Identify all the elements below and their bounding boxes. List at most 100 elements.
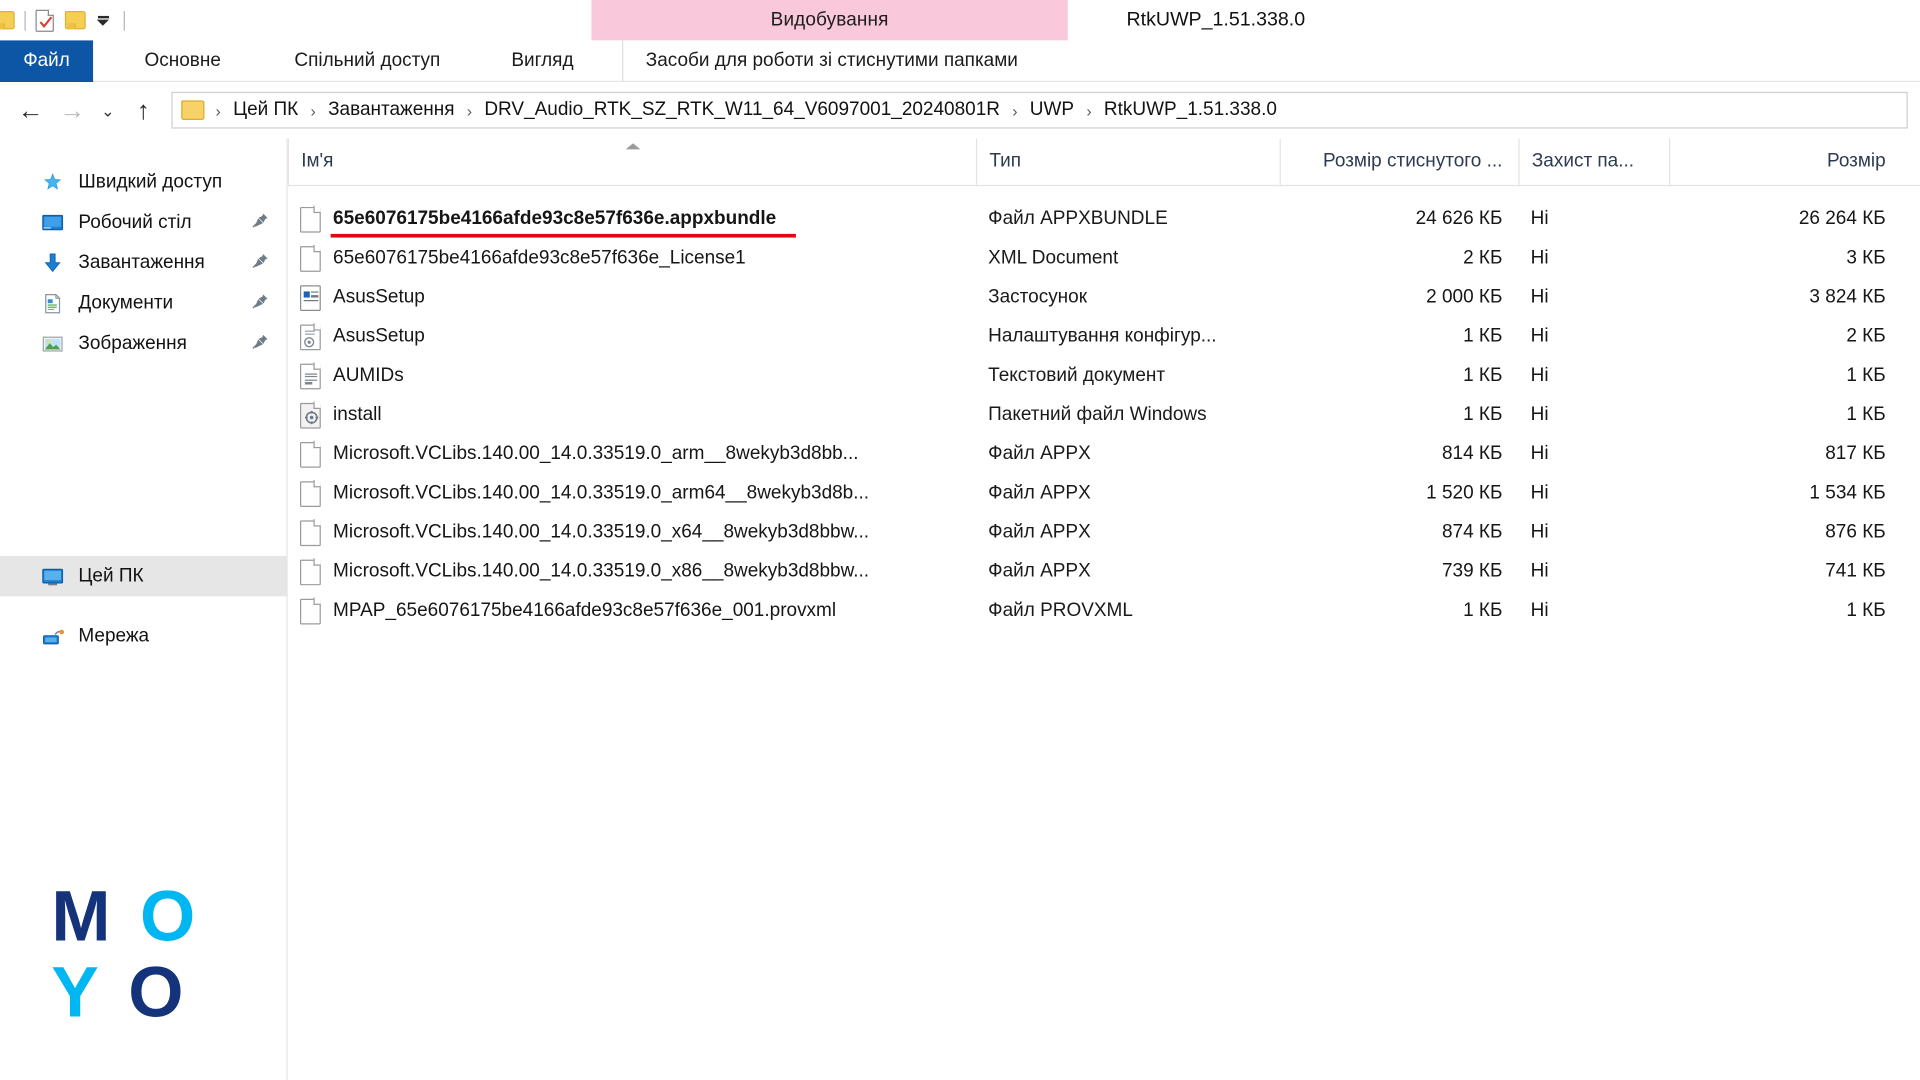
sidebar-item-label: Цей ПК: [78, 565, 144, 586]
cell-password-protected: Ні: [1530, 521, 1549, 543]
cell-name[interactable]: AsusSetup: [288, 317, 976, 356]
blank-file-icon: [300, 597, 322, 624]
cell-compressed-size: 1 520 КБ: [1426, 482, 1503, 504]
column-header-compressed-size-label: Розмір стиснутого ...: [1323, 150, 1503, 171]
tab-home-label: Основне: [144, 50, 221, 72]
cell-password-protected: Ні: [1530, 443, 1549, 465]
breadcrumb-item-this-pc[interactable]: Цей ПК: [232, 99, 300, 121]
tab-compressed-folder-tools[interactable]: Засоби для роботи зі стиснутими папками: [622, 40, 1040, 83]
recent-locations-button[interactable]: ⌄: [93, 89, 122, 131]
sidebar-item-downloads[interactable]: Завантаження: [0, 242, 287, 282]
sidebar-item-desktop[interactable]: Робочий стіл: [0, 202, 287, 242]
star-pin-icon: [40, 170, 64, 194]
ribbon-tab-strip: Файл Основне Спільний доступ Вигляд Засо…: [0, 40, 1920, 83]
breadcrumb-separator: ›: [215, 101, 221, 120]
properties-icon[interactable]: [35, 9, 54, 32]
column-header-type[interactable]: Тип: [975, 138, 1280, 185]
sidebar-item-label: Документи: [78, 292, 174, 313]
cell-name[interactable]: Microsoft.VCLibs.140.00_14.0.33519.0_arm…: [288, 435, 976, 474]
pin-icon[interactable]: [251, 211, 269, 233]
cell-name[interactable]: MPAP_65e6076175be4166afde93c8e57f636e_00…: [288, 591, 976, 630]
pictures-icon: [40, 331, 64, 355]
cell-type: Налаштування конфігур...: [988, 325, 1217, 347]
table-row[interactable]: Microsoft.VCLibs.140.00_14.0.33519.0_arm…: [288, 474, 1920, 513]
table-row[interactable]: Microsoft.VCLibs.140.00_14.0.33519.0_arm…: [288, 435, 1920, 474]
table-row[interactable]: AUMIDs Текстовий документ 1 КБ Ні 1 КБ: [288, 356, 1920, 395]
watermark-letter-o1: O: [139, 876, 196, 957]
tab-share[interactable]: Спільний доступ: [272, 40, 462, 82]
blank-file-icon: [300, 480, 322, 507]
sidebar-item-network[interactable]: Мережа: [0, 616, 287, 656]
window-title: RtkUWP_1.51.338.0: [1127, 0, 1306, 40]
sidebar-item-label: Робочий стіл: [78, 211, 192, 233]
blank-file-icon: [300, 558, 322, 585]
blank-file-icon: [300, 441, 322, 468]
table-row[interactable]: AsusSetup Застосунок 2 000 КБ Ні 3 824 К…: [288, 278, 1920, 317]
cell-name[interactable]: install: [288, 396, 976, 435]
this-pc-icon: [40, 564, 64, 588]
breadcrumb-item-downloads[interactable]: Завантаження: [327, 99, 456, 121]
sidebar-item-this-pc[interactable]: Цей ПК: [0, 555, 287, 597]
cell-name[interactable]: AsusSetup: [288, 278, 976, 317]
table-row[interactable]: Microsoft.VCLibs.140.00_14.0.33519.0_x64…: [288, 513, 1920, 552]
cell-password-protected: Ні: [1530, 286, 1549, 308]
cell-name[interactable]: Microsoft.VCLibs.140.00_14.0.33519.0_x64…: [288, 513, 976, 552]
file-name: AUMIDs: [333, 364, 404, 386]
tab-share-label: Спільний доступ: [294, 50, 441, 72]
cell-compressed-size: 814 КБ: [1441, 443, 1503, 465]
up-button[interactable]: ↑: [122, 89, 164, 131]
breadcrumb-item-uwp[interactable]: UWP: [1029, 99, 1076, 121]
qat-divider-1: [24, 10, 26, 31]
column-header-size[interactable]: Розмір: [1668, 138, 1902, 185]
column-header-compressed-size[interactable]: Розмір стиснутого ...: [1279, 138, 1519, 185]
folder-icon[interactable]: [0, 11, 15, 30]
pin-icon[interactable]: [251, 332, 269, 354]
breadcrumb-item-driver[interactable]: DRV_Audio_RTK_SZ_RTK_W11_64_V6097001_202…: [483, 99, 1001, 121]
table-row[interactable]: MPAP_65e6076175be4166afde93c8e57f636e_00…: [288, 591, 1920, 630]
address-bar: ← → ⌄ ↑ › Цей ПК › Завантаження › DRV_Au…: [0, 82, 1920, 139]
cell-password-protected: Ні: [1530, 482, 1549, 504]
breadcrumb-item-rtkuwp[interactable]: RtkUWP_1.51.338.0: [1103, 99, 1278, 121]
column-header-password-protected[interactable]: Захист па...: [1518, 138, 1669, 185]
table-row[interactable]: AsusSetup Налаштування конфігур... 1 КБ …: [288, 317, 1920, 356]
cell-type: Текстовий документ: [988, 364, 1166, 386]
column-header-name[interactable]: Ім'я: [287, 138, 976, 185]
cell-compressed-size: 24 626 КБ: [1415, 208, 1503, 229]
list-top-spacer: [288, 186, 1920, 199]
blank-file-icon: [300, 519, 322, 546]
pin-icon[interactable]: [251, 292, 269, 314]
sidebar-item-quick-access[interactable]: Швидкий доступ: [0, 162, 287, 202]
cell-name[interactable]: AUMIDs: [288, 356, 976, 395]
cell-compressed-size: 1 КБ: [1463, 364, 1503, 386]
forward-button[interactable]: →: [51, 89, 93, 131]
new-folder-icon[interactable]: [64, 11, 86, 30]
sidebar-item-documents[interactable]: Документи: [0, 283, 287, 323]
cell-name[interactable]: Microsoft.VCLibs.140.00_14.0.33519.0_arm…: [288, 474, 976, 513]
cell-name[interactable]: Microsoft.VCLibs.140.00_14.0.33519.0_x86…: [288, 552, 976, 591]
cell-compressed-size: 739 КБ: [1441, 560, 1503, 582]
tab-view-label: Вигляд: [511, 50, 574, 72]
qat-divider-2: [123, 10, 125, 31]
column-header-row: Ім'я Тип Розмір стиснутого ... Захист па…: [287, 138, 1920, 187]
breadcrumb-bar[interactable]: › Цей ПК › Завантаження › DRV_Audio_RTK_…: [171, 91, 1908, 129]
cell-size: 3 КБ: [1846, 247, 1886, 269]
tab-home[interactable]: Основне: [122, 40, 242, 82]
file-name: Microsoft.VCLibs.140.00_14.0.33519.0_arm…: [333, 482, 870, 504]
sidebar-item-pictures[interactable]: Зображення: [0, 323, 287, 363]
customize-dropdown-icon[interactable]: [92, 9, 114, 31]
table-row[interactable]: Microsoft.VCLibs.140.00_14.0.33519.0_x86…: [288, 552, 1920, 591]
cell-size: 26 264 КБ: [1798, 208, 1886, 229]
table-row[interactable]: 65e6076175be4166afde93c8e57f636e_License…: [288, 239, 1920, 278]
back-button[interactable]: ←: [10, 89, 52, 131]
tab-file[interactable]: Файл: [0, 40, 94, 83]
table-row[interactable]: 65e6076175be4166afde93c8e57f636e.appxbun…: [288, 200, 1920, 239]
cell-name[interactable]: 65e6076175be4166afde93c8e57f636e.appxbun…: [288, 200, 976, 239]
table-row[interactable]: install Пакетний файл Windows 1 КБ Ні 1 …: [288, 396, 1920, 435]
tab-view[interactable]: Вигляд: [489, 40, 595, 82]
cell-compressed-size: 2 КБ: [1463, 247, 1503, 269]
cell-compressed-size: 1 КБ: [1463, 325, 1503, 347]
pin-icon[interactable]: [251, 252, 269, 274]
cell-type: XML Document: [988, 247, 1119, 269]
cell-name[interactable]: 65e6076175be4166afde93c8e57f636e_License…: [288, 239, 976, 278]
